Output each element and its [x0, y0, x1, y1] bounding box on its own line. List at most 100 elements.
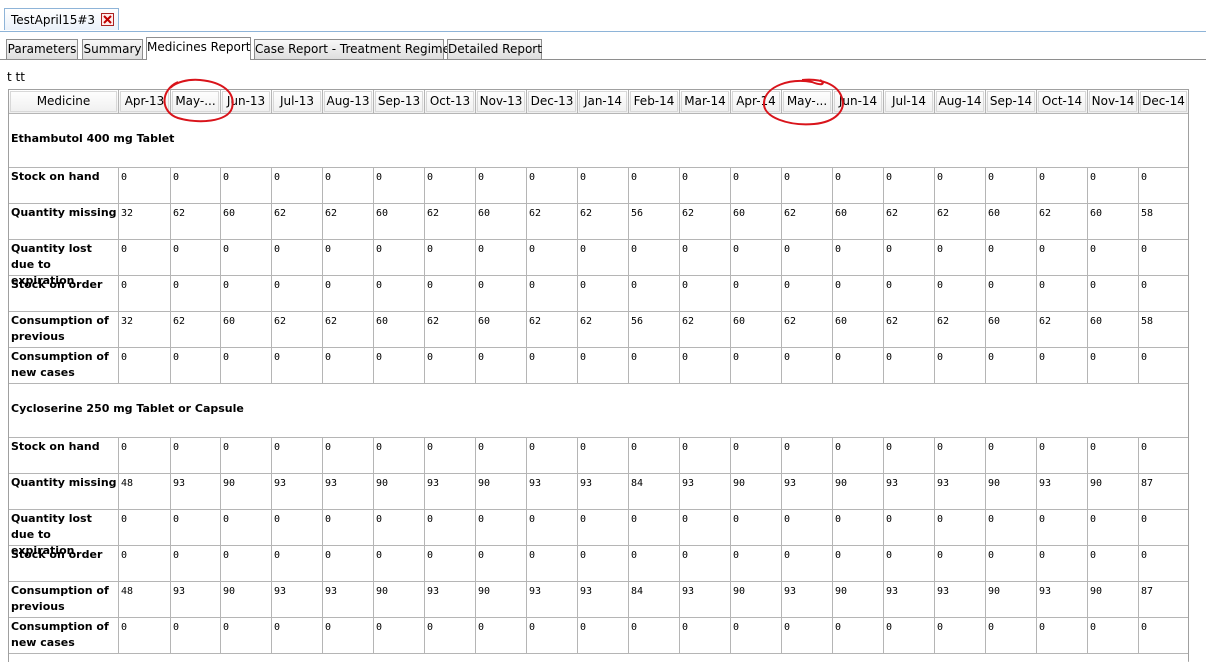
table-cell[interactable]: 0 — [1139, 276, 1189, 312]
table-cell[interactable]: 0 — [680, 348, 731, 384]
table-cell[interactable]: 90 — [731, 582, 782, 618]
column-header-month[interactable]: Dec-13 — [527, 90, 578, 114]
table-cell[interactable]: 62 — [171, 312, 221, 348]
table-cell[interactable]: 0 — [171, 348, 221, 384]
table-cell[interactable]: 0 — [1139, 510, 1189, 546]
table-cell[interactable]: 0 — [884, 168, 935, 204]
table-cell[interactable]: 0 — [884, 618, 935, 654]
column-header-month[interactable]: Jul-14 — [884, 90, 935, 114]
table-cell[interactable]: 60 — [1088, 312, 1139, 348]
table-cell[interactable]: 93 — [323, 582, 374, 618]
table-cell[interactable]: 0 — [986, 276, 1037, 312]
table-cell[interactable]: 0 — [629, 618, 680, 654]
table-cell[interactable]: 0 — [629, 240, 680, 276]
table-cell[interactable]: 0 — [272, 510, 323, 546]
table-cell[interactable]: 62 — [1037, 312, 1088, 348]
column-header-month[interactable]: Nov-14 — [1088, 90, 1139, 114]
table-cell[interactable]: 0 — [1139, 348, 1189, 384]
table-cell[interactable]: 48 — [119, 582, 171, 618]
table-cell[interactable]: 0 — [119, 348, 171, 384]
column-header-month[interactable]: Nov-13 — [476, 90, 527, 114]
table-cell[interactable]: 0 — [782, 618, 833, 654]
column-header-month[interactable]: Sep-13 — [374, 90, 425, 114]
table-cell[interactable]: 0 — [171, 240, 221, 276]
column-header-month[interactable]: Aug-13 — [323, 90, 374, 114]
table-cell[interactable]: 0 — [680, 438, 731, 474]
table-cell[interactable]: 60 — [476, 312, 527, 348]
table-cell[interactable]: 84 — [629, 582, 680, 618]
table-cell[interactable]: 0 — [986, 168, 1037, 204]
table-cell[interactable]: 0 — [1037, 276, 1088, 312]
table-cell[interactable]: 90 — [986, 474, 1037, 510]
table-cell[interactable]: 60 — [986, 204, 1037, 240]
table-cell[interactable]: 62 — [272, 312, 323, 348]
table-cell[interactable]: 58 — [1139, 204, 1189, 240]
table-cell[interactable]: 0 — [1088, 168, 1139, 204]
table-cell[interactable]: 0 — [884, 276, 935, 312]
table-cell[interactable]: 93 — [680, 582, 731, 618]
table-cell[interactable]: 0 — [884, 510, 935, 546]
table-cell[interactable]: 62 — [782, 204, 833, 240]
table-cell[interactable]: 60 — [1088, 204, 1139, 240]
table-cell[interactable]: 93 — [425, 582, 476, 618]
table-cell[interactable]: 0 — [374, 168, 425, 204]
table-cell[interactable]: 0 — [884, 546, 935, 582]
table-cell[interactable]: 90 — [731, 474, 782, 510]
table-cell[interactable]: 0 — [221, 618, 272, 654]
table-cell[interactable]: 0 — [833, 276, 884, 312]
close-icon[interactable] — [101, 13, 115, 26]
table-cell[interactable]: 0 — [323, 438, 374, 474]
table-cell[interactable]: 0 — [578, 240, 629, 276]
table-cell[interactable]: 0 — [374, 618, 425, 654]
table-cell[interactable]: 0 — [323, 546, 374, 582]
table-cell[interactable]: 62 — [171, 204, 221, 240]
table-cell[interactable]: 0 — [833, 546, 884, 582]
column-header-month[interactable]: May-... — [171, 90, 221, 114]
table-cell[interactable]: 62 — [323, 312, 374, 348]
table-cell[interactable]: 0 — [476, 510, 527, 546]
table-cell[interactable]: 0 — [1139, 618, 1189, 654]
table-cell[interactable]: 93 — [425, 474, 476, 510]
table-cell[interactable]: 58 — [1139, 312, 1189, 348]
table-cell[interactable]: 93 — [527, 582, 578, 618]
table-cell[interactable]: 62 — [425, 204, 476, 240]
table-cell[interactable]: 62 — [884, 312, 935, 348]
table-cell[interactable]: 93 — [935, 474, 986, 510]
table-cell[interactable]: 0 — [731, 240, 782, 276]
table-cell[interactable]: 0 — [986, 240, 1037, 276]
table-cell[interactable]: 56 — [629, 204, 680, 240]
table-cell[interactable]: 62 — [527, 204, 578, 240]
table-cell[interactable]: 0 — [425, 618, 476, 654]
column-header-month[interactable]: Jul-13 — [272, 90, 323, 114]
table-cell[interactable]: 0 — [1139, 546, 1189, 582]
table-cell[interactable]: 0 — [374, 348, 425, 384]
table-cell[interactable]: 0 — [1088, 510, 1139, 546]
table-cell[interactable]: 93 — [323, 474, 374, 510]
table-cell[interactable]: 0 — [680, 276, 731, 312]
table-cell[interactable]: 60 — [476, 204, 527, 240]
tab-parameters[interactable]: Parameters — [6, 39, 78, 59]
table-cell[interactable]: 0 — [731, 168, 782, 204]
table-cell[interactable]: 0 — [171, 618, 221, 654]
medicines-report-grid[interactable]: Medicine Apr-13 May-... Jun-13 Jul-13 Aug-13 S… — [8, 89, 1206, 662]
document-tab[interactable]: TestApril15#3 — [4, 8, 120, 30]
table-cell[interactable]: 0 — [833, 168, 884, 204]
table-cell[interactable]: 0 — [527, 510, 578, 546]
table-cell[interactable]: 60 — [833, 204, 884, 240]
table-cell[interactable]: 0 — [1037, 438, 1088, 474]
table-cell[interactable]: 0 — [1037, 618, 1088, 654]
table-cell[interactable]: 0 — [425, 546, 476, 582]
table-cell[interactable]: 0 — [935, 546, 986, 582]
table-cell[interactable]: 0 — [527, 348, 578, 384]
table-cell[interactable]: 0 — [323, 168, 374, 204]
table-cell[interactable]: 0 — [1088, 348, 1139, 384]
table-cell[interactable]: 0 — [986, 618, 1037, 654]
table-cell[interactable]: 0 — [323, 618, 374, 654]
tab-summary[interactable]: Summary — [82, 39, 143, 59]
table-cell[interactable]: 60 — [221, 312, 272, 348]
table-cell[interactable]: 0 — [578, 276, 629, 312]
table-cell[interactable]: 32 — [119, 204, 171, 240]
table-cell[interactable]: 0 — [578, 510, 629, 546]
table-cell[interactable]: 0 — [323, 276, 374, 312]
table-cell[interactable]: 0 — [323, 510, 374, 546]
